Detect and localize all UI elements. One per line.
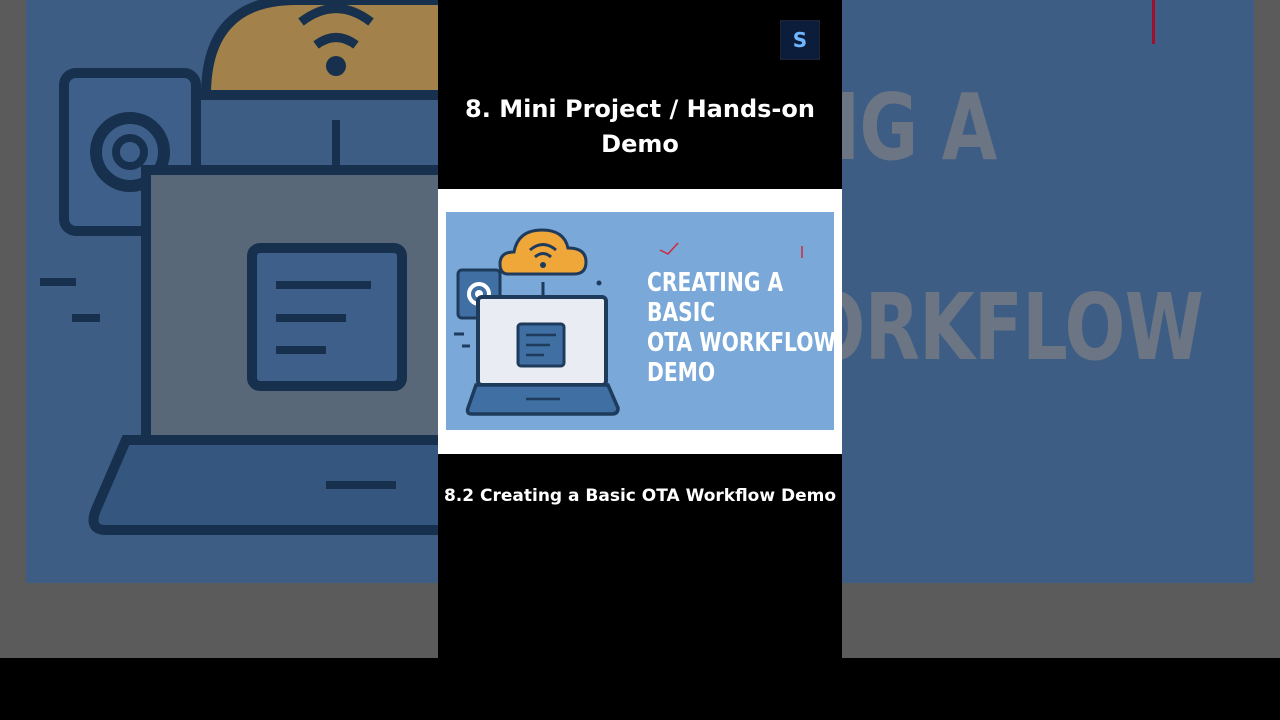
channel-logo-letter: S	[792, 28, 808, 52]
cloud-wifi-icon	[498, 228, 588, 276]
lesson-caption: 8.2 Creating a Basic OTA Workflow Demo	[443, 486, 837, 506]
thumbnail-image: CREATING A BASIC OTA WORKFLOW DEMO	[446, 212, 834, 430]
red-annotation-mark	[1152, 0, 1155, 44]
channel-logo-icon[interactable]: S	[780, 20, 820, 60]
laptop-icon	[465, 295, 620, 416]
thumbnail-title: CREATING A BASIC OTA WORKFLOW DEMO	[647, 268, 834, 388]
short-video-frame[interactable]: S 8. Mini Project / Hands-on Demo CREATI…	[438, 0, 842, 658]
pen-mark	[659, 242, 679, 255]
thumbnail-frame: CREATING A BASIC OTA WORKFLOW DEMO	[438, 189, 842, 454]
section-heading: 8. Mini Project / Hands-on Demo	[465, 95, 815, 158]
bottom-letterbox	[0, 658, 1280, 720]
